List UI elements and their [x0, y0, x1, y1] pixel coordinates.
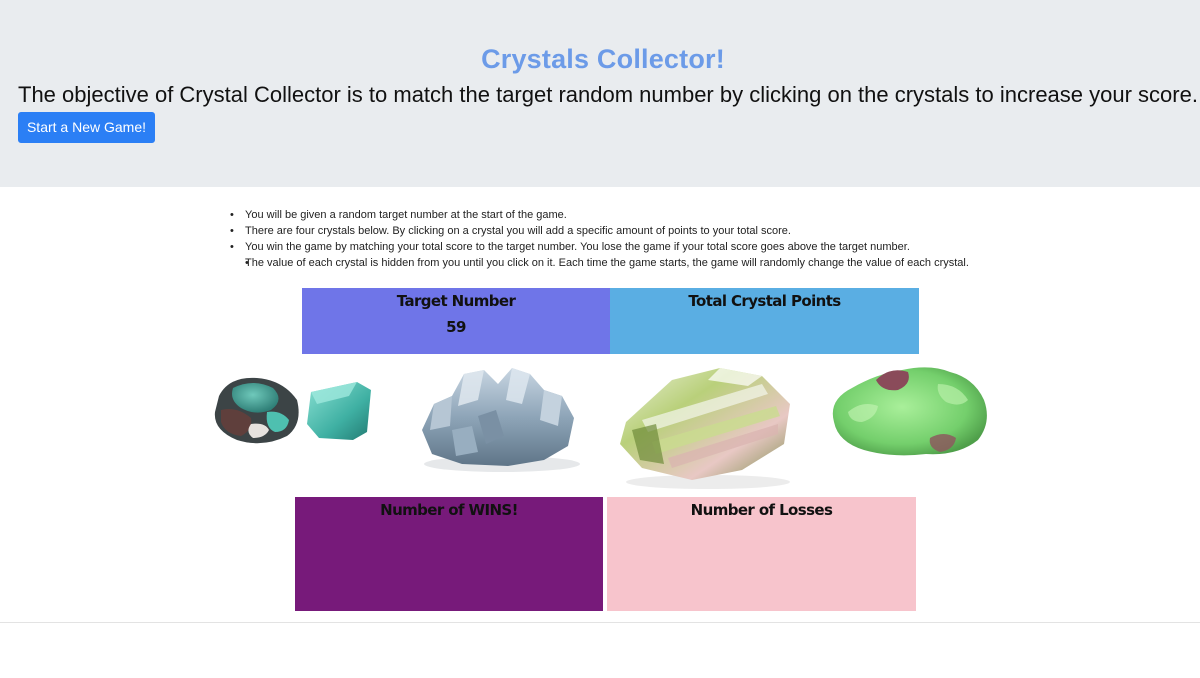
- divider: [0, 622, 1200, 623]
- rule-item: The value of each crystal is hidden from…: [230, 255, 970, 271]
- crystal-2[interactable]: [412, 360, 584, 476]
- rule-item: You win the game by matching your total …: [230, 239, 970, 255]
- page-title: Crystals Collector!: [481, 44, 725, 74]
- rules-list: You will be given a random target number…: [230, 207, 970, 271]
- rule-item: There are four crystals below. By clicki…: [230, 223, 970, 239]
- target-number-value: 59: [446, 318, 466, 336]
- crystal-4[interactable]: [818, 360, 994, 460]
- start-new-game-button[interactable]: Start a New Game!: [18, 112, 155, 143]
- target-number-label: Target Number: [396, 292, 516, 310]
- losses-label: Number of Losses: [690, 501, 833, 519]
- target-number-box: Target Number 59: [302, 288, 610, 354]
- wins-box: Number of WINS!: [295, 497, 603, 611]
- amazonite-crystal-icon: [214, 377, 371, 444]
- tourmaline-crystal-icon: [620, 368, 790, 489]
- wins-label: Number of WINS!: [380, 501, 518, 519]
- total-points-label: Total Crystal Points: [688, 292, 841, 310]
- total-points-box: Total Crystal Points: [610, 288, 919, 354]
- crystal-1[interactable]: [207, 366, 375, 446]
- objective-text: The objective of Crystal Collector is to…: [18, 82, 1198, 107]
- header-jumbotron: Crystals Collector! The objective of Cry…: [0, 0, 1200, 187]
- celestite-crystal-icon: [422, 368, 580, 472]
- losses-box: Number of Losses: [607, 497, 916, 611]
- rule-item: You will be given a random target number…: [230, 207, 970, 223]
- chrysoprase-crystal-icon: [832, 367, 987, 456]
- crystal-3[interactable]: [612, 360, 798, 490]
